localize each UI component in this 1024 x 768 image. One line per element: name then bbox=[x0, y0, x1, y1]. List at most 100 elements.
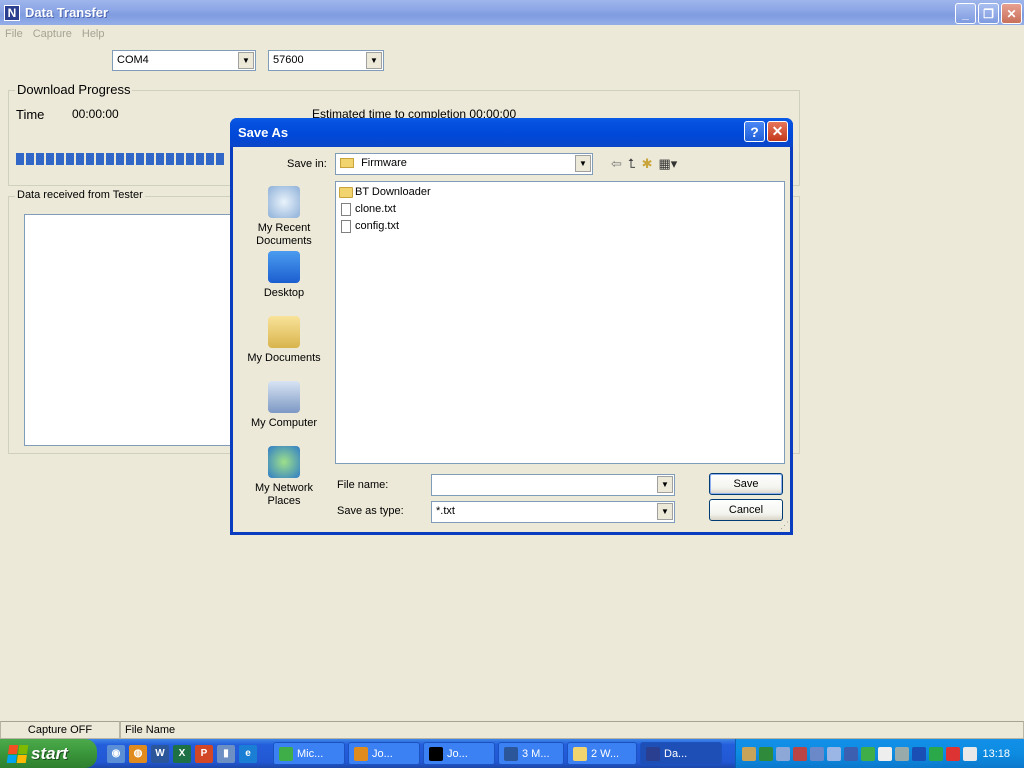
chevron-down-icon[interactable]: ▼ bbox=[575, 155, 591, 172]
download-progress-legend: Download Progress bbox=[15, 82, 133, 97]
chevron-down-icon[interactable]: ▼ bbox=[657, 476, 673, 493]
place-desktop[interactable]: Desktop bbox=[241, 251, 327, 300]
tray-icon[interactable] bbox=[776, 746, 790, 761]
excel-icon[interactable]: X bbox=[173, 744, 191, 763]
clock: 13:18 bbox=[982, 747, 1010, 760]
powerpoint-icon[interactable]: P bbox=[195, 744, 213, 763]
taskbar: start ◉ ◍ W X P ▮ e Mic... Jo... Jo... 3… bbox=[0, 739, 1024, 768]
save-in-select[interactable]: Firmware ▼ bbox=[335, 153, 593, 175]
time-value: 00:00:00 bbox=[72, 107, 119, 121]
command-prompt-icon bbox=[429, 746, 443, 761]
tray-icon[interactable] bbox=[759, 746, 773, 761]
place-my-documents[interactable]: My Documents bbox=[241, 316, 327, 365]
text-file-icon bbox=[341, 202, 351, 216]
shield-icon[interactable] bbox=[963, 746, 977, 761]
view-menu-icon[interactable]: ▦▾ bbox=[658, 156, 677, 172]
tray-icon[interactable] bbox=[793, 746, 807, 761]
tray-icon[interactable] bbox=[895, 746, 909, 761]
tray-icon[interactable] bbox=[810, 746, 824, 761]
task-app-icon bbox=[279, 746, 293, 761]
menu-file[interactable]: File bbox=[0, 25, 28, 44]
progress-block bbox=[166, 153, 174, 165]
baud-rate-value: 57600 bbox=[273, 54, 304, 66]
file-list[interactable]: BT Downloader clone.txt config.txt bbox=[335, 181, 785, 464]
progress-block bbox=[116, 153, 124, 165]
task-button[interactable]: Jo... bbox=[348, 742, 420, 765]
bluetooth-icon[interactable] bbox=[912, 746, 926, 761]
task-button[interactable]: Mic... bbox=[273, 742, 345, 765]
progress-block bbox=[196, 153, 204, 165]
network-places-icon bbox=[268, 446, 300, 478]
status-bar: Capture OFF File Name bbox=[0, 721, 1024, 739]
progress-block bbox=[186, 153, 194, 165]
progress-block bbox=[96, 153, 104, 165]
place-network-places[interactable]: My Network Places bbox=[241, 446, 327, 508]
up-folder-icon[interactable]: ⮤ bbox=[628, 156, 636, 172]
resize-grip-icon[interactable]: ⋰ bbox=[780, 520, 789, 531]
tray-icon[interactable] bbox=[827, 746, 841, 761]
start-button[interactable]: start bbox=[0, 739, 97, 768]
internet-explorer-icon[interactable]: e bbox=[239, 744, 257, 763]
menu-capture[interactable]: Capture bbox=[28, 25, 77, 44]
dialog-titlebar[interactable]: Save As ? ✕ bbox=[230, 118, 793, 147]
place-my-computer[interactable]: My Computer bbox=[241, 381, 327, 430]
place-recent-documents[interactable]: My Recent Documents bbox=[241, 186, 327, 248]
file-name-status: File Name bbox=[120, 721, 1024, 739]
minimize-button[interactable]: _ bbox=[955, 3, 976, 24]
app-icon: N bbox=[4, 4, 20, 21]
tray-icon[interactable] bbox=[742, 746, 756, 761]
save-type-select[interactable]: *.txt ▼ bbox=[431, 501, 675, 523]
tray-icon[interactable] bbox=[929, 746, 943, 761]
close-button[interactable]: ✕ bbox=[1001, 3, 1022, 24]
task-app-icon bbox=[354, 746, 368, 761]
show-desktop-icon[interactable]: ◉ bbox=[107, 744, 125, 763]
chevron-down-icon[interactable]: ▼ bbox=[657, 503, 673, 520]
tray-icon[interactable] bbox=[844, 746, 858, 761]
com-port-select[interactable]: COM4 ▼ bbox=[112, 50, 256, 71]
folder-icon bbox=[340, 158, 354, 169]
my-computer-icon bbox=[268, 381, 300, 413]
chevron-down-icon[interactable]: ▼ bbox=[366, 52, 382, 69]
new-folder-icon[interactable]: ✱ bbox=[642, 156, 653, 172]
list-item[interactable]: clone.txt bbox=[339, 201, 396, 217]
com-port-value: COM4 bbox=[117, 54, 149, 66]
progress-block bbox=[126, 153, 134, 165]
progress-block bbox=[46, 153, 54, 165]
task-button-active[interactable]: Da... bbox=[640, 742, 722, 765]
list-item[interactable]: BT Downloader bbox=[339, 184, 431, 200]
baud-rate-select[interactable]: 57600 ▼ bbox=[268, 50, 384, 71]
file-name-input[interactable]: ▼ bbox=[431, 474, 675, 496]
capture-status: Capture OFF bbox=[0, 721, 120, 739]
help-button[interactable]: ? bbox=[744, 121, 765, 142]
quicklaunch-app-icon[interactable]: ◍ bbox=[129, 744, 147, 763]
cancel-button[interactable]: Cancel bbox=[709, 499, 783, 521]
save-in-value: Firmware bbox=[361, 157, 407, 169]
dialog-close-button[interactable]: ✕ bbox=[767, 121, 788, 142]
dialog-toolbar: ⇦ ⮤ ✱ ▦▾ bbox=[611, 156, 677, 172]
menu-help[interactable]: Help bbox=[77, 25, 110, 44]
desktop-icon bbox=[268, 251, 300, 283]
progress-block bbox=[206, 153, 214, 165]
task-button[interactable]: 2 W... bbox=[567, 742, 637, 765]
word-icon[interactable]: W bbox=[151, 744, 169, 763]
received-data-textbox[interactable] bbox=[24, 214, 244, 446]
data-received-legend: Data received from Tester bbox=[15, 189, 145, 201]
restore-button[interactable]: ❐ bbox=[978, 3, 999, 24]
save-in-label: Save in: bbox=[287, 158, 327, 170]
task-button[interactable]: 3 M... bbox=[498, 742, 564, 765]
chevron-down-icon[interactable]: ▼ bbox=[238, 52, 254, 69]
tray-icon[interactable] bbox=[878, 746, 892, 761]
task-button[interactable]: Jo... bbox=[423, 742, 495, 765]
progress-block bbox=[76, 153, 84, 165]
main-window-titlebar[interactable]: N Data Transfer _ ❐ ✕ bbox=[0, 0, 1024, 25]
list-item[interactable]: config.txt bbox=[339, 218, 399, 234]
tray-icon[interactable] bbox=[861, 746, 875, 761]
tray-icon[interactable] bbox=[946, 746, 960, 761]
back-arrow-icon[interactable]: ⇦ bbox=[611, 156, 622, 172]
task-app-icon bbox=[646, 746, 660, 761]
quicklaunch-tool-icon[interactable]: ▮ bbox=[217, 744, 235, 763]
progress-block bbox=[16, 153, 24, 165]
progress-block bbox=[146, 153, 154, 165]
progress-block bbox=[56, 153, 64, 165]
save-button[interactable]: Save bbox=[709, 473, 783, 495]
